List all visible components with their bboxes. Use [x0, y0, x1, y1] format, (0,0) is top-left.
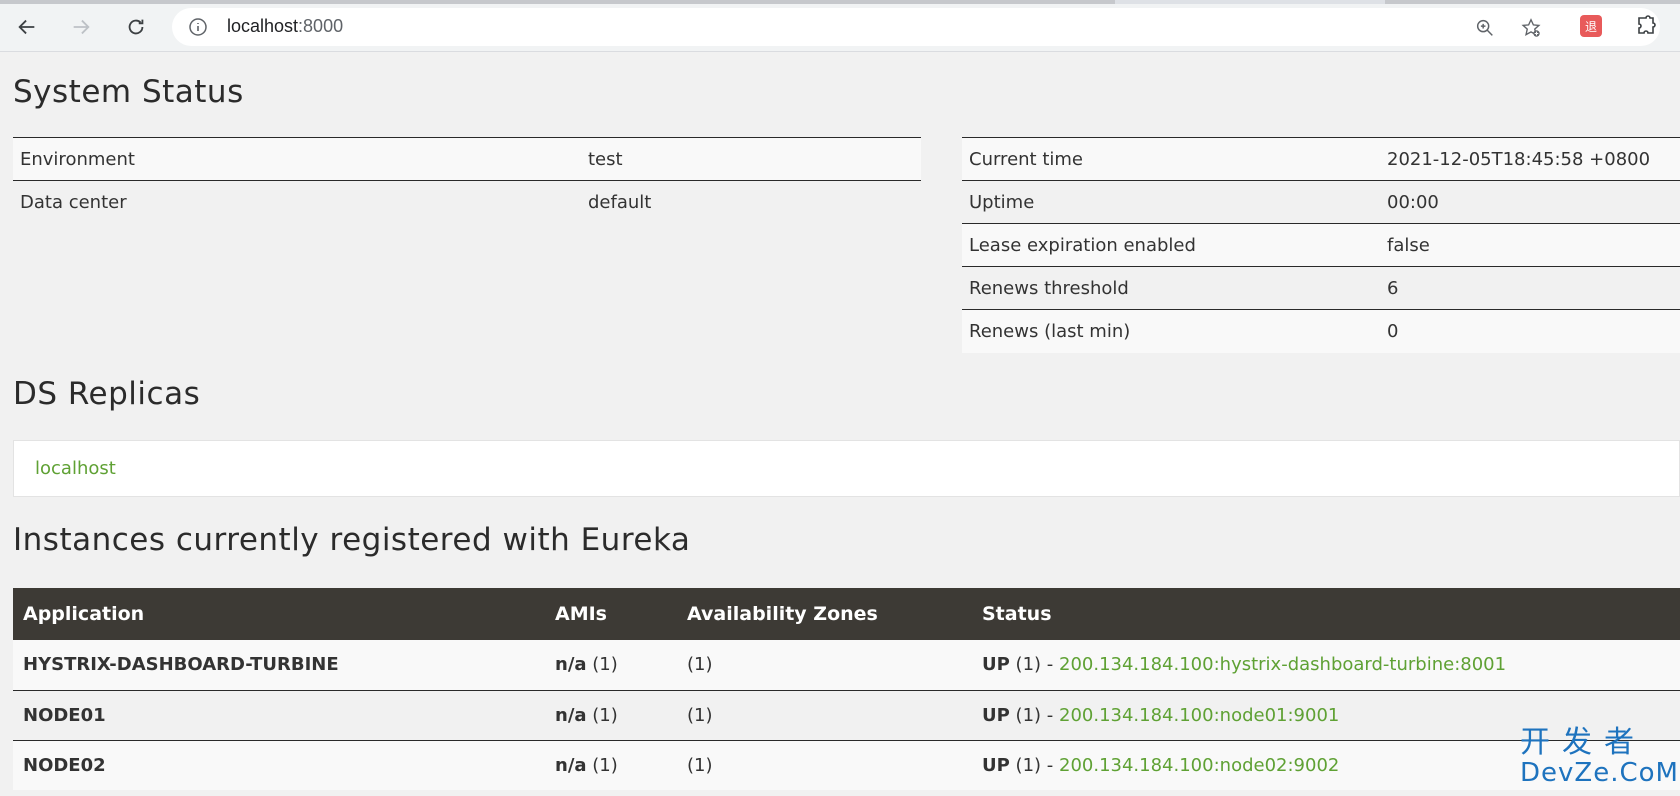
- reload-icon: [128, 19, 144, 35]
- url-text[interactable]: localhost:8000: [227, 16, 343, 37]
- column-header-application: Application: [13, 588, 545, 640]
- table-row: Uptime 00:00: [962, 180, 1680, 224]
- ami-count: (1): [592, 654, 618, 676]
- ami-cell: n/a (1): [545, 739, 677, 790]
- status-value: 6: [1380, 266, 1680, 310]
- instance-link[interactable]: 200.134.184.100:hystrix-dashboard-turbin…: [1059, 654, 1506, 675]
- forward-button[interactable]: [64, 10, 98, 44]
- zones-cell: (1): [677, 689, 972, 740]
- instances-table: Application AMIs Availability Zones Stat…: [13, 588, 1680, 790]
- tab-strip: [0, 0, 1680, 4]
- ami-value: n/a: [555, 704, 587, 726]
- back-button[interactable]: [10, 10, 44, 44]
- status-value: 0: [1380, 309, 1680, 353]
- column-header-status: Status: [972, 588, 1680, 640]
- system-status-title: System Status: [13, 74, 244, 110]
- instances-title: Instances currently registered with Eure…: [13, 522, 691, 558]
- extensions-puzzle-icon[interactable]: [1634, 14, 1658, 38]
- ami-count: (1): [592, 704, 618, 726]
- column-header-availability-zones: Availability Zones: [677, 588, 972, 640]
- status-label: Environment: [13, 137, 581, 181]
- ami-value: n/a: [555, 754, 587, 776]
- status-up: UP: [982, 654, 1010, 676]
- tab-strip-segment: [0, 0, 1115, 4]
- watermark-cn: 开发者: [1520, 725, 1646, 760]
- table-row: Data center default: [13, 180, 921, 224]
- arrow-right-icon: [73, 19, 90, 35]
- table-row: Renews (last min) 0: [962, 309, 1680, 353]
- instance-link[interactable]: 200.134.184.100:node01:9001: [1059, 705, 1339, 726]
- ds-replicas-title: DS Replicas: [13, 376, 201, 412]
- extension-badge[interactable]: 退: [1580, 15, 1602, 37]
- system-status-left-table: Environment test Data center default: [13, 137, 921, 224]
- ds-replicas-panel: localhost: [13, 440, 1680, 497]
- table-row: NODE02 n/a (1) (1) UP (1) - 200.134.184.…: [13, 739, 1680, 790]
- reload-button[interactable]: [119, 10, 153, 44]
- table-header-row: Application AMIs Availability Zones Stat…: [13, 588, 1680, 640]
- ami-count: (1): [592, 754, 618, 776]
- system-status-right-table: Current time 2021-12-05T18:45:58 +0800 U…: [962, 137, 1680, 353]
- status-count: (1) -: [1015, 654, 1054, 676]
- application-name: HYSTRIX-DASHBOARD-TURBINE: [13, 640, 545, 690]
- status-label: Renews (last min): [962, 309, 1380, 353]
- status-value: false: [1380, 223, 1680, 267]
- status-label: Renews threshold: [962, 266, 1380, 310]
- application-name: NODE01: [13, 689, 545, 740]
- ami-value: n/a: [555, 654, 587, 676]
- url-port: :8000: [298, 16, 344, 36]
- ami-cell: n/a (1): [545, 640, 677, 690]
- arrow-left-icon: [18, 19, 35, 35]
- instance-link[interactable]: 200.134.184.100:node02:9002: [1059, 755, 1339, 776]
- status-up: UP: [982, 754, 1010, 776]
- status-value: default: [581, 180, 921, 224]
- ami-cell: n/a (1): [545, 689, 677, 740]
- status-value: test: [581, 137, 921, 181]
- status-label: Data center: [13, 180, 581, 224]
- table-row: Lease expiration enabled false: [962, 223, 1680, 267]
- status-value: 00:00: [1380, 180, 1680, 224]
- table-row: Environment test: [13, 137, 921, 181]
- status-label: Lease expiration enabled: [962, 223, 1380, 267]
- table-row: Renews threshold 6: [962, 266, 1680, 310]
- zones-cell: (1): [677, 739, 972, 790]
- status-label: Uptime: [962, 180, 1380, 224]
- status-up: UP: [982, 704, 1010, 726]
- watermark: 开发者 DevZe.CoM: [1520, 725, 1679, 789]
- watermark-en: DevZe.CoM: [1520, 758, 1679, 788]
- application-name: NODE02: [13, 739, 545, 790]
- status-value: 2021-12-05T18:45:58 +0800: [1380, 137, 1680, 181]
- status-count: (1) -: [1015, 754, 1054, 776]
- column-header-amis: AMIs: [545, 588, 677, 640]
- bookmark-star-icon[interactable]: [1520, 17, 1542, 39]
- info-icon[interactable]: [188, 17, 208, 37]
- status-label: Current time: [962, 137, 1380, 181]
- table-row: HYSTRIX-DASHBOARD-TURBINE n/a (1) (1) UP…: [13, 640, 1680, 690]
- zoom-icon[interactable]: [1474, 17, 1496, 39]
- table-row: NODE01 n/a (1) (1) UP (1) - 200.134.184.…: [13, 689, 1680, 740]
- replica-link-localhost[interactable]: localhost: [35, 458, 116, 479]
- table-row: Current time 2021-12-05T18:45:58 +0800: [962, 137, 1680, 181]
- status-count: (1) -: [1015, 704, 1054, 726]
- browser-toolbar: localhost:8000 退: [0, 0, 1680, 52]
- address-bar[interactable]: localhost:8000: [172, 8, 1660, 46]
- url-host: localhost: [227, 16, 299, 36]
- tab-strip-segment: [1385, 0, 1680, 4]
- status-cell: UP (1) - 200.134.184.100:hystrix-dashboa…: [972, 640, 1680, 690]
- zones-cell: (1): [677, 640, 972, 690]
